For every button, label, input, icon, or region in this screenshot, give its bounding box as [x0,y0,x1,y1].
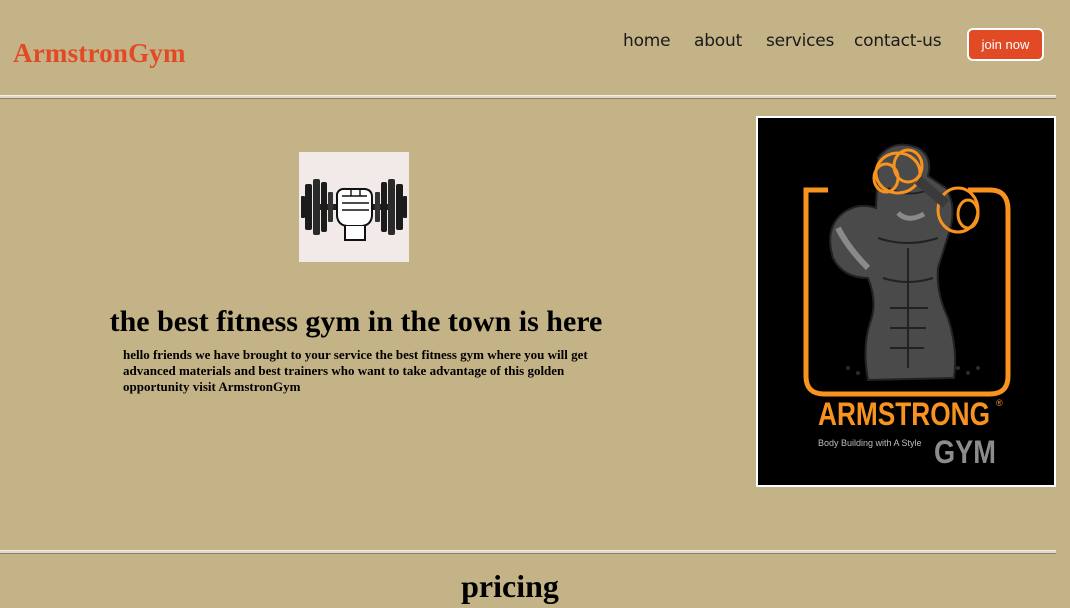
hero-description: hello friends we have brought to your se… [123,347,588,394]
section-divider [0,550,1056,554]
nav-services[interactable]: services [766,30,834,52]
registered-mark: ® [996,398,1003,408]
armstrong-gym-poster: ARMSTRONG ® Body Building with A Style G… [756,116,1056,487]
nav-home[interactable]: home [623,30,671,52]
hero-title: the best fitness gym in the town is here [109,305,603,338]
dumbbell-fist-icon [299,152,409,262]
nav-about[interactable]: about [694,30,742,52]
poster-gym-text: GYM [934,434,996,470]
brand-logo[interactable]: ArmstronGym [13,37,186,69]
poster-tagline: Body Building with A Style [818,438,922,448]
poster-brand-text: ARMSTRONG [818,396,991,432]
nav-contact-us[interactable]: contact-us [854,30,942,52]
join-now-button[interactable]: join now [967,28,1044,61]
header-divider [0,95,1056,99]
pricing-title: pricing [461,568,559,604]
